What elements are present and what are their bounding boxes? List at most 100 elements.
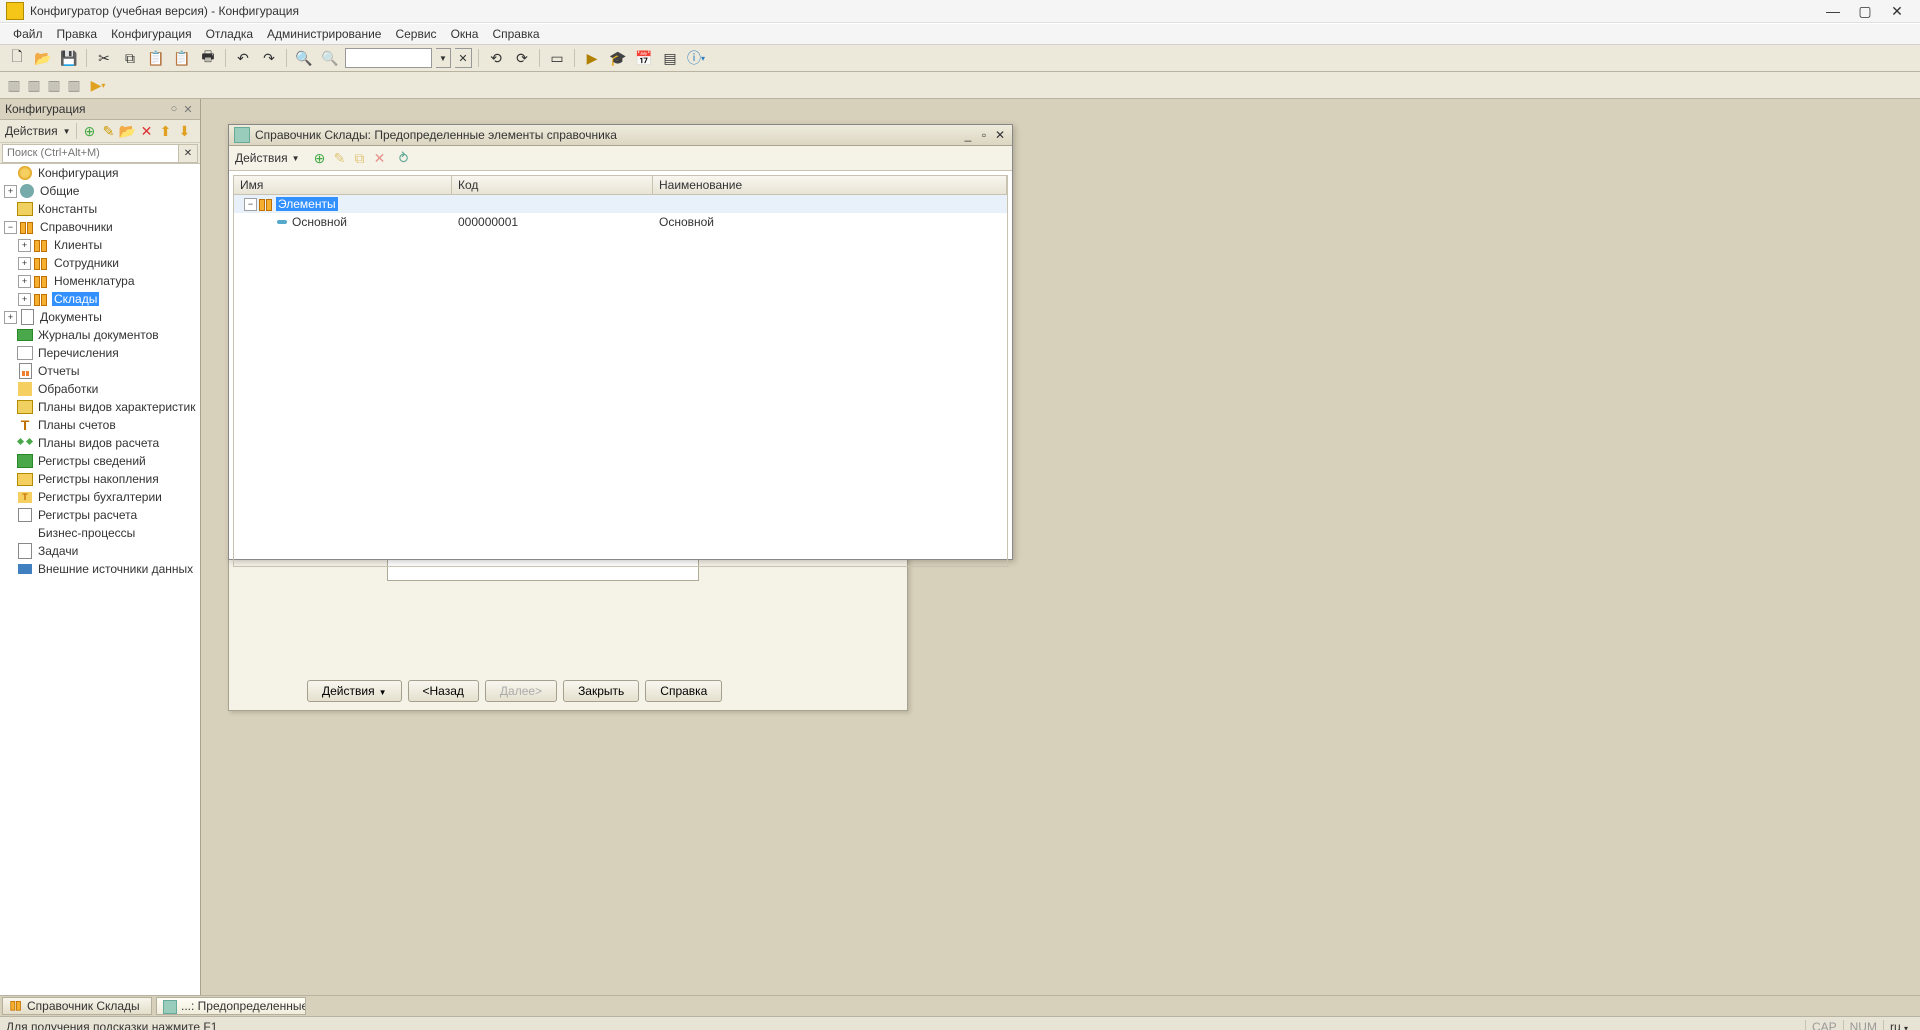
save-icon[interactable]: 💾 [58,47,80,69]
col-code[interactable]: Код [452,176,653,194]
edit-tool-4-icon[interactable]: ▥ [66,77,82,93]
menu-file[interactable]: Файл [6,25,50,43]
wizard-actions-button[interactable]: Действия▼ [307,680,402,702]
wizard-next-button[interactable]: Далее> [485,680,557,702]
child-maximize-icon[interactable]: ▫ [977,128,991,142]
tree-node[interactable]: Планы видов характеристик [0,398,200,416]
child-actions-label[interactable]: Действия [235,151,288,165]
nav-fwd-icon[interactable]: ⟳ [511,47,533,69]
child-add-icon[interactable]: ⊕ [312,150,328,166]
taskbar-tab[interactable]: Справочник Склады [2,997,152,1015]
tree-node[interactable]: Отчеты [0,362,200,380]
panel-search-input[interactable] [2,144,179,163]
table-row[interactable]: −Элементы [234,195,1007,213]
panel-actions-label[interactable]: Действия [5,124,58,138]
col-name[interactable]: Имя [234,176,452,194]
window-minimize-button[interactable]: — [1826,3,1840,20]
tree-expander-icon[interactable]: − [4,221,17,234]
row-expander-icon[interactable]: − [244,198,257,211]
tree-node[interactable]: Внешние источники данных [0,560,200,578]
wizard-help-button[interactable]: Справка [645,680,722,702]
menu-config[interactable]: Конфигурация [104,25,199,43]
open-icon[interactable]: 📂 [32,47,54,69]
run-icon[interactable]: ▶▾ [90,77,106,93]
tree-node[interactable]: Перечисления [0,344,200,362]
menu-edit[interactable]: Правка [50,25,105,43]
lang-indicator[interactable]: ru ▾ [1883,1020,1914,1030]
tree-node[interactable]: +Общие [0,182,200,200]
wizard-close-button[interactable]: Закрыть [563,680,639,702]
edit-tool-3-icon[interactable]: ▥ [46,77,62,93]
tree-node[interactable]: Регистры сведений [0,452,200,470]
menu-windows[interactable]: Окна [444,25,486,43]
tree-node[interactable]: Обработки [0,380,200,398]
tree-node[interactable]: +Номенклатура [0,272,200,290]
print-icon[interactable]: 🖶 [197,47,219,69]
child-delete-icon[interactable]: ✕ [372,150,388,166]
panel-pin-icon[interactable]: ○ [167,103,181,115]
tree-expander-icon[interactable]: + [18,293,31,306]
debug-grad-icon[interactable]: 🎓 [607,47,629,69]
menu-help[interactable]: Справка [485,25,546,43]
child-minimize-icon[interactable]: _ [961,128,975,142]
panel-up-icon[interactable]: ⬆ [158,123,174,139]
panel-down-icon[interactable]: ⬇ [177,123,193,139]
search-combo-dropdown-icon[interactable]: ▼ [436,48,451,68]
edit-tool-1-icon[interactable]: ▥ [6,77,22,93]
debug-start-icon[interactable]: ▶ [581,47,603,69]
panel-add-icon[interactable]: ⊕ [82,123,98,139]
tree-node[interactable]: +Склады [0,290,200,308]
tree-expander-icon[interactable]: + [18,257,31,270]
tree-node[interactable]: Конфигурация [0,164,200,182]
panel-search-clear-icon[interactable]: ✕ [179,144,198,163]
tree-node[interactable]: Бизнес-процессы [0,524,200,542]
child-actions-dropdown-icon[interactable]: ▼ [292,154,300,163]
tree-node[interactable]: Регистры расчета [0,506,200,524]
child-copy-icon[interactable]: ⧉ [352,150,368,166]
paste-special-icon[interactable]: 📋 [171,47,193,69]
find-replace-icon[interactable]: 🔍 [319,47,341,69]
tree-node[interactable]: Регистры накопления [0,470,200,488]
panel-folder-icon[interactable]: 📂 [120,123,136,139]
window-restore-button[interactable]: ▢ [1858,3,1872,20]
window-close-button[interactable]: ✕ [1890,3,1904,20]
tree-expander-icon[interactable]: + [18,239,31,252]
tree-node[interactable]: ТПланы счетов [0,416,200,434]
find-icon[interactable]: 🔍 [293,47,315,69]
search-combo-clear-icon[interactable]: ✕ [455,48,472,68]
menu-service[interactable]: Сервис [388,25,443,43]
tree-node[interactable]: Планы видов расчета [0,434,200,452]
tree-expander-icon[interactable]: + [4,185,17,198]
redo-icon[interactable]: ↷ [258,47,280,69]
tree-node[interactable]: Задачи [0,542,200,560]
panel-actions-dropdown-icon[interactable]: ▼ [63,127,71,136]
menu-debug[interactable]: Отладка [199,25,260,43]
tree-node[interactable]: +Клиенты [0,236,200,254]
tree-node[interactable]: −Справочники [0,218,200,236]
tree-node[interactable]: ТРегистры бухгалтерии [0,488,200,506]
tree-node[interactable]: Константы [0,200,200,218]
nav-back-icon[interactable]: ⟲ [485,47,507,69]
taskbar-tab[interactable]: ...: Предопределенные э... [156,997,306,1015]
table-row[interactable]: Основной000000001Основной [234,213,1007,231]
edit-tool-2-icon[interactable]: ▥ [26,77,42,93]
syntax-icon[interactable]: ▭ [546,47,568,69]
calendar-icon[interactable]: 📅 [633,47,655,69]
tree-node[interactable]: +Документы [0,308,200,326]
cut-icon[interactable]: ✂ [93,47,115,69]
new-icon[interactable]: 🗋 [6,47,28,69]
config-tree[interactable]: Конфигурация+ОбщиеКонстанты−Справочники+… [0,164,200,995]
tree-expander-icon[interactable]: + [4,311,17,324]
child-move-icon[interactable]: ⥁ [396,150,412,166]
panel-delete-icon[interactable]: ✕ [139,123,155,139]
child-title-bar[interactable]: Справочник Склады: Предопределенные элем… [229,125,1012,146]
calc-icon[interactable]: ▤ [659,47,681,69]
tree-node[interactable]: Журналы документов [0,326,200,344]
menu-admin[interactable]: Администрирование [260,25,388,43]
search-combo[interactable] [345,48,432,68]
tree-expander-icon[interactable]: + [18,275,31,288]
panel-edit-icon[interactable]: ✎ [101,123,117,139]
table-body[interactable]: −ЭлементыОсновной000000001Основной [234,195,1007,566]
panel-close-icon[interactable]: ✕ [181,103,195,116]
child-close-icon[interactable]: ✕ [993,128,1007,142]
